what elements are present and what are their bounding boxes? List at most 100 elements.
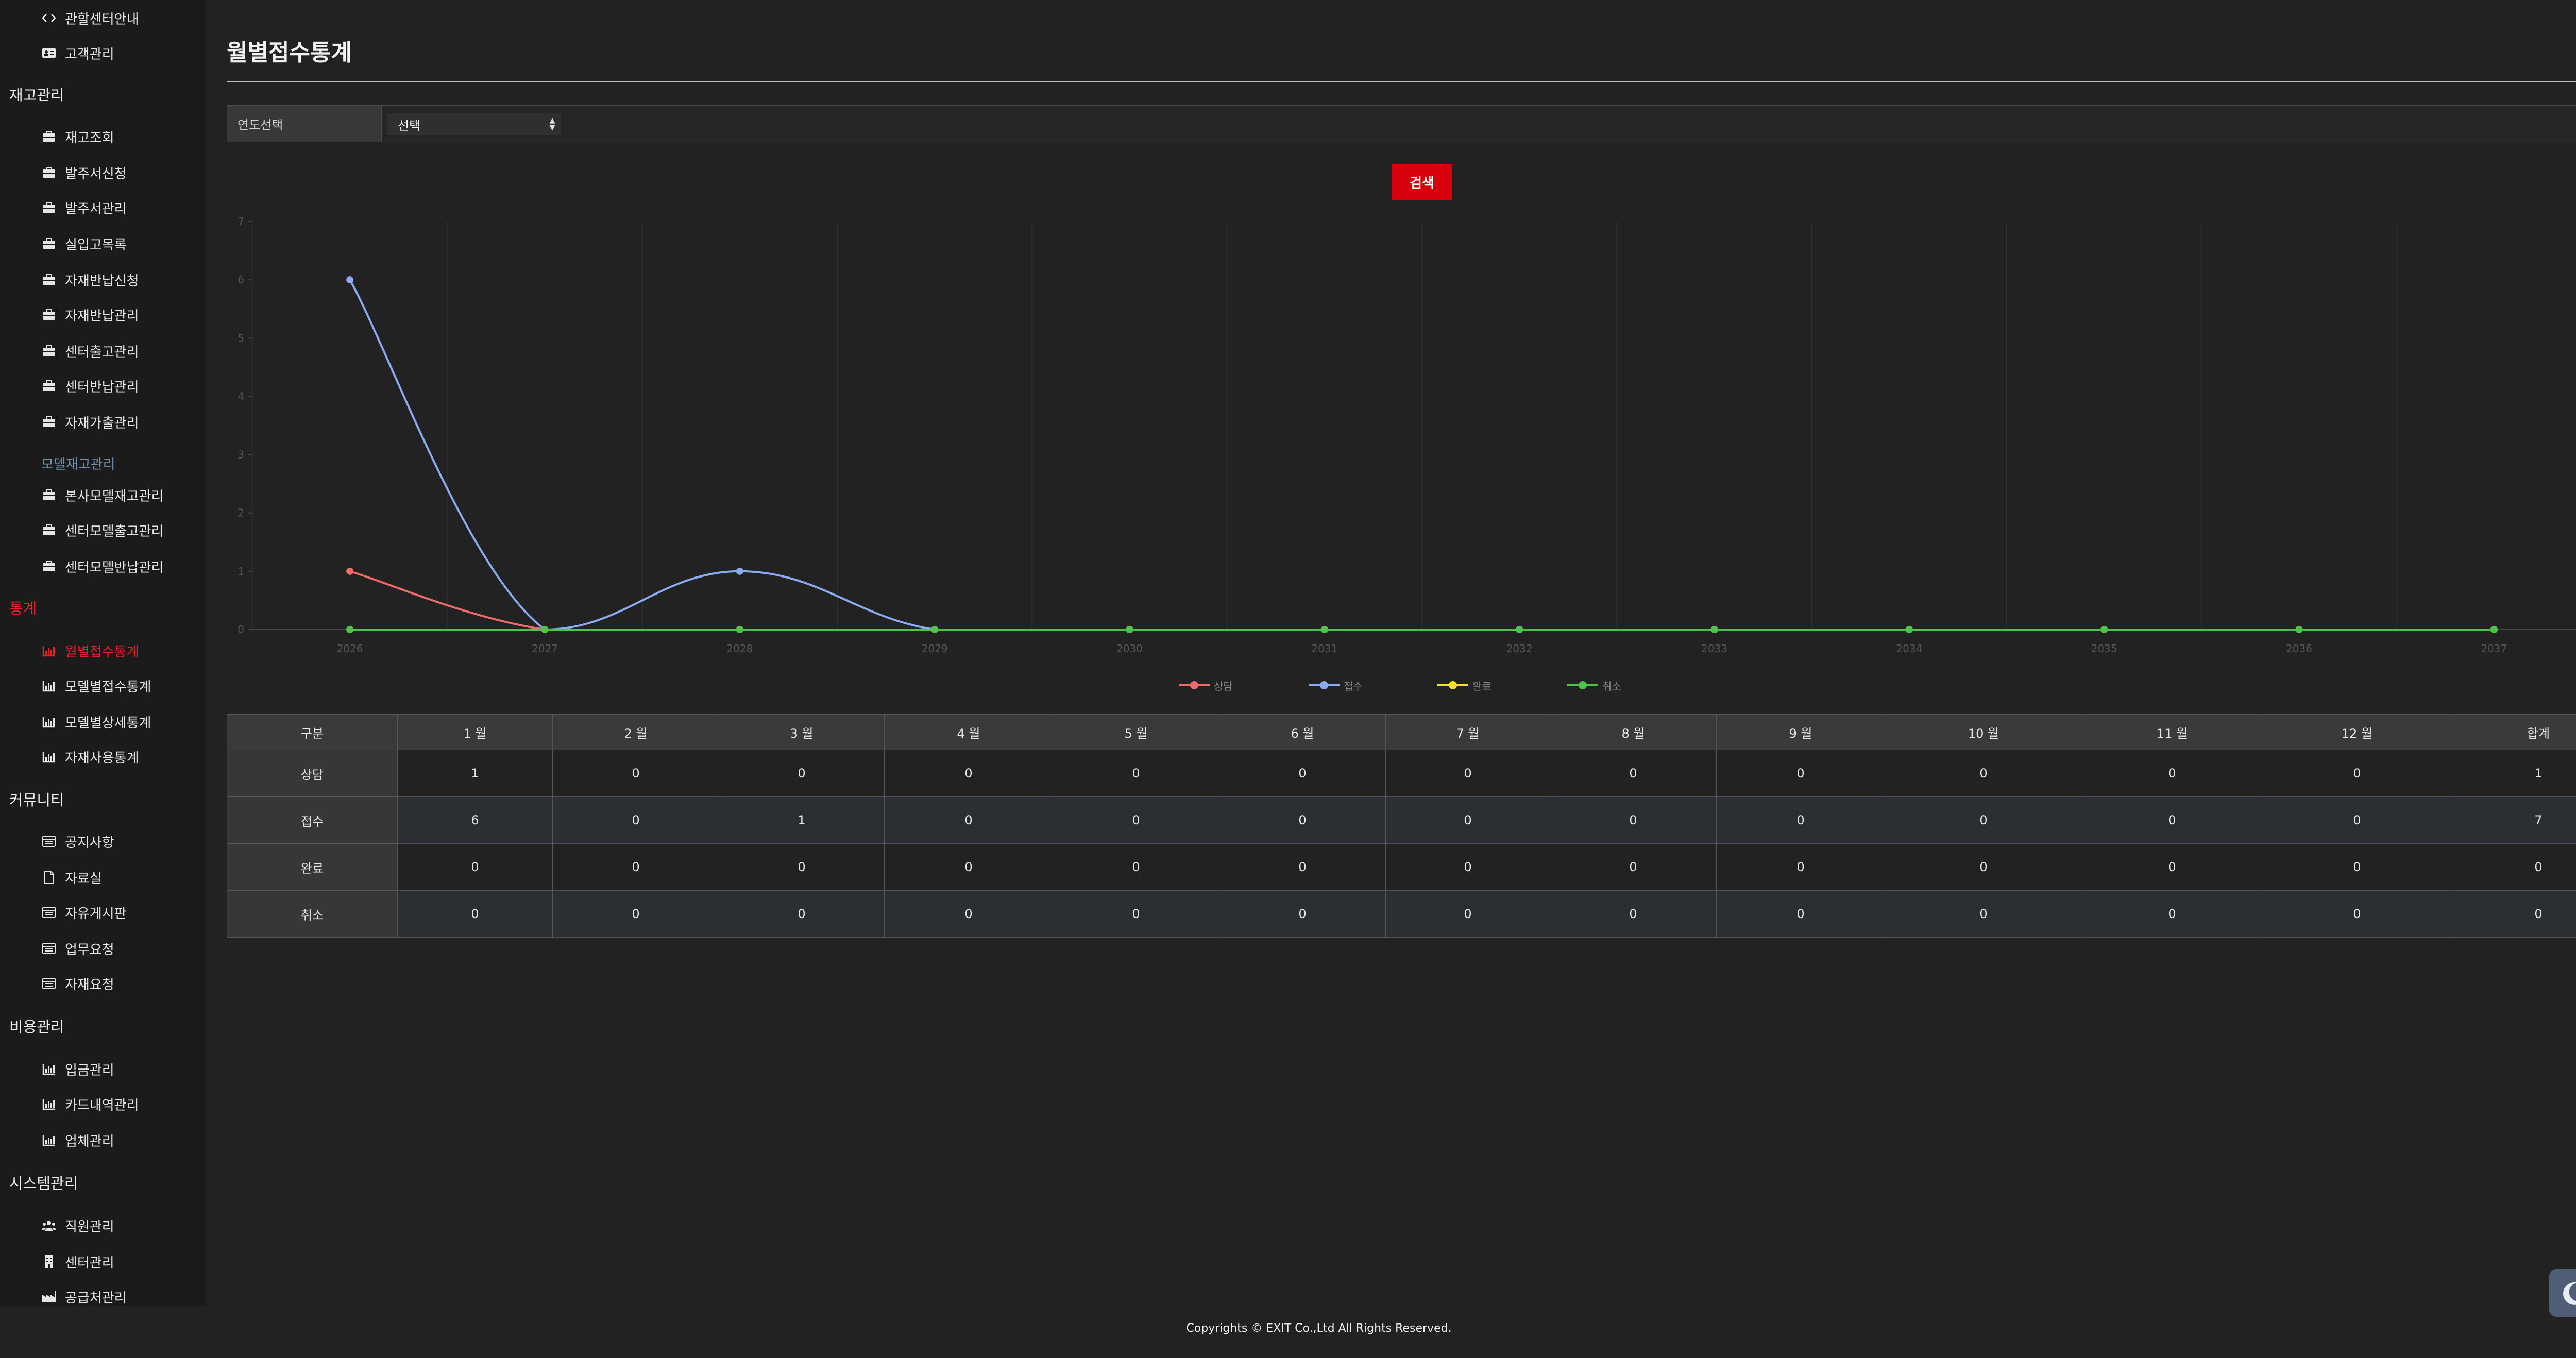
sidebar-section-21[interactable]: 커뮤니티 <box>9 786 64 812</box>
table-cell: 0 <box>1885 750 2082 797</box>
table-header-cell: 구분 <box>227 714 398 750</box>
sidebar-item-label: 공지사항 <box>65 835 114 851</box>
sidebar-section-16[interactable]: 통계 <box>9 595 37 620</box>
table-cell: 0 <box>1219 843 1386 891</box>
sidebar-section-27[interactable]: 비용관리 <box>9 1013 64 1039</box>
bar-chart-icon <box>40 1131 58 1149</box>
table-row: 완료 0 0 0 0 0 0 0 0 0 0 0 0 0 <box>227 843 2576 891</box>
sidebar-item-5[interactable]: 발주서관리 <box>40 195 127 220</box>
sidebar-section-31[interactable]: 시스템관리 <box>9 1169 78 1195</box>
data-point-3-5[interactable] <box>1320 626 1328 633</box>
sidebar-item-label: 자재요청 <box>65 977 114 993</box>
theme-toggle-button[interactable] <box>2549 1269 2576 1317</box>
sidebar: 관할센터안내고객관리재고관리재고조회발주서신청발주서관리실입고목록자재반납신청자… <box>0 0 206 1306</box>
y-tick-label: 2 <box>238 507 244 519</box>
sidebar-item-34[interactable]: 공급처관리 <box>40 1284 127 1306</box>
sidebar-item-32[interactable]: 직원관리 <box>40 1213 114 1238</box>
sidebar-item-label: 자유게시판 <box>65 906 127 922</box>
legend-item-2[interactable]: 완료 <box>1436 677 1492 693</box>
data-point-3-9[interactable] <box>2100 626 2108 633</box>
sidebar-item-33[interactable]: 센터관리 <box>40 1249 114 1275</box>
briefcase-icon <box>40 199 58 216</box>
sidebar-item-label: 월별접수통계 <box>65 644 139 660</box>
sidebar-item-4[interactable]: 발주서신청 <box>40 160 127 185</box>
table-header-cell: 5 월 <box>1053 714 1219 750</box>
sidebar-item-label: 센터관리 <box>65 1255 114 1271</box>
sidebar-item-22[interactable]: 공지사항 <box>40 828 114 854</box>
data-point-3-1[interactable] <box>541 626 549 633</box>
table-cell: 0 <box>397 843 553 891</box>
sidebar-section-2[interactable]: 재고관리 <box>9 81 64 107</box>
legend-item-3[interactable]: 취소 <box>1566 677 1621 693</box>
table-cell: 6 <box>397 796 553 844</box>
sidebar-item-13[interactable]: 본사모델재고관리 <box>40 482 163 508</box>
data-point-1-0[interactable] <box>346 276 354 284</box>
sidebar-item-20[interactable]: 자재사용통계 <box>40 744 139 770</box>
data-point-3-7[interactable] <box>1710 626 1718 633</box>
sidebar-item-25[interactable]: 업무요청 <box>40 936 114 961</box>
sidebar-item-9[interactable]: 센터출고관리 <box>40 338 139 364</box>
data-point-3-4[interactable] <box>1126 626 1133 633</box>
table-cell: 0 <box>1550 843 1717 891</box>
table-header-cell: 10 월 <box>1885 714 2082 750</box>
legend-item-0[interactable]: 상담 <box>1178 677 1233 693</box>
data-point-3-2[interactable] <box>736 626 743 633</box>
table-header-cell: 2 월 <box>552 714 719 750</box>
sidebar-item-7[interactable]: 자재반납신청 <box>40 267 139 293</box>
data-point-0-0[interactable] <box>346 567 354 575</box>
sidebar-item-23[interactable]: 자료실 <box>40 864 102 890</box>
sidebar-item-0[interactable]: 관할센터안내 <box>40 5 139 31</box>
briefcase-icon <box>40 486 58 504</box>
table-cell: 0 <box>1885 890 2082 938</box>
sidebar-item-19[interactable]: 모델별상세통계 <box>40 709 151 735</box>
data-point-3-11[interactable] <box>2490 626 2498 633</box>
legend-item-1[interactable]: 접수 <box>1308 677 1363 693</box>
x-tick-label: 2035 <box>2091 642 2117 655</box>
sidebar-item-17[interactable]: 월별접수통계 <box>40 638 139 664</box>
list-icon <box>40 975 58 992</box>
sidebar-item-label: 발주서신청 <box>65 166 127 182</box>
sidebar-item-15[interactable]: 센터모델반납관리 <box>40 553 163 579</box>
sidebar-item-11[interactable]: 자재가출관리 <box>40 409 139 435</box>
sidebar-item-label: 모델재고관리 <box>41 456 115 472</box>
sidebar-item-10[interactable]: 센터반납관리 <box>40 373 139 399</box>
sidebar-item-label: 센터모델반납관리 <box>65 559 164 575</box>
table-cell: 1 <box>719 796 885 844</box>
sidebar-item-28[interactable]: 입금관리 <box>40 1056 114 1082</box>
search-button[interactable]: 검색 <box>1392 164 1452 200</box>
data-point-1-2[interactable] <box>736 567 743 575</box>
data-point-3-0[interactable] <box>346 626 354 633</box>
table-cell: 0 <box>1550 750 1717 797</box>
bar-chart-icon <box>40 642 58 659</box>
sidebar-item-1[interactable]: 고객관리 <box>40 40 114 66</box>
sidebar-item-18[interactable]: 모델별접수통계 <box>40 673 151 699</box>
table-cell: 0 <box>552 843 719 891</box>
sidebar-item-label: 카드내역관리 <box>65 1097 139 1113</box>
table-cell: 0 <box>2082 750 2262 797</box>
year-select[interactable]: 선택 ▲ ▼ <box>387 113 561 135</box>
legend-label: 접수 <box>1344 680 1363 692</box>
sidebar-item-29[interactable]: 카드내역관리 <box>40 1091 139 1117</box>
data-point-3-8[interactable] <box>1905 626 1913 633</box>
sidebar-item-24[interactable]: 자유게시판 <box>40 899 127 925</box>
sidebar-item-label: 모델별접수통계 <box>65 679 151 695</box>
sidebar-item-26[interactable]: 자재요청 <box>40 971 114 996</box>
sidebar-item-label: 자재반납신청 <box>65 273 139 289</box>
data-point-3-6[interactable] <box>1516 626 1523 633</box>
sidebar-item-8[interactable]: 자재반납관리 <box>40 302 139 328</box>
table-header-cell: 3 월 <box>719 714 885 750</box>
data-point-3-3[interactable] <box>931 626 939 633</box>
sidebar-item-label: 센터모델출고관리 <box>65 523 164 539</box>
sidebar-item-30[interactable]: 업체관리 <box>40 1127 114 1153</box>
bar-chart-icon <box>40 1095 58 1113</box>
sidebar-item-3[interactable]: 재고조회 <box>40 124 114 149</box>
sidebar-item-6[interactable]: 실입고목록 <box>40 231 127 257</box>
table-cell: 0 <box>552 796 719 844</box>
data-point-3-10[interactable] <box>2295 626 2303 633</box>
briefcase-icon <box>40 557 58 575</box>
table-cell: 0 <box>884 796 1053 844</box>
table-cell: 0 <box>884 890 1053 938</box>
x-tick-label: 2031 <box>1311 642 1337 655</box>
legend-label: 상담 <box>1214 680 1233 692</box>
sidebar-item-14[interactable]: 센터모델출고관리 <box>40 517 163 543</box>
